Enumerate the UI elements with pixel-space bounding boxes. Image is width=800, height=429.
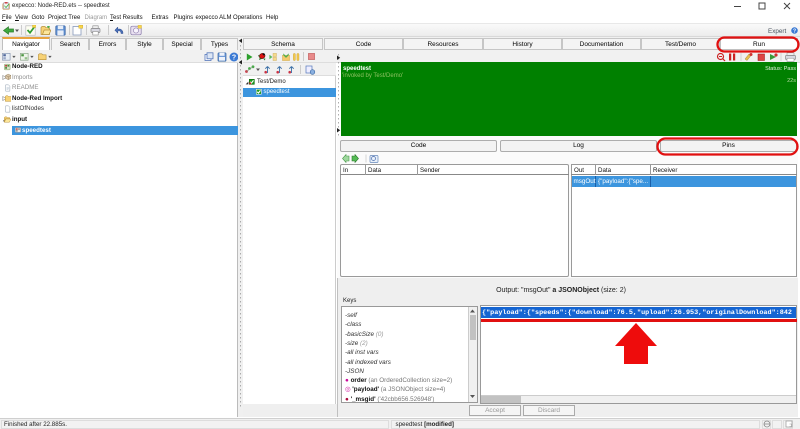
svg-text:?: ? [792,28,795,34]
svg-text:?: ? [231,55,235,62]
